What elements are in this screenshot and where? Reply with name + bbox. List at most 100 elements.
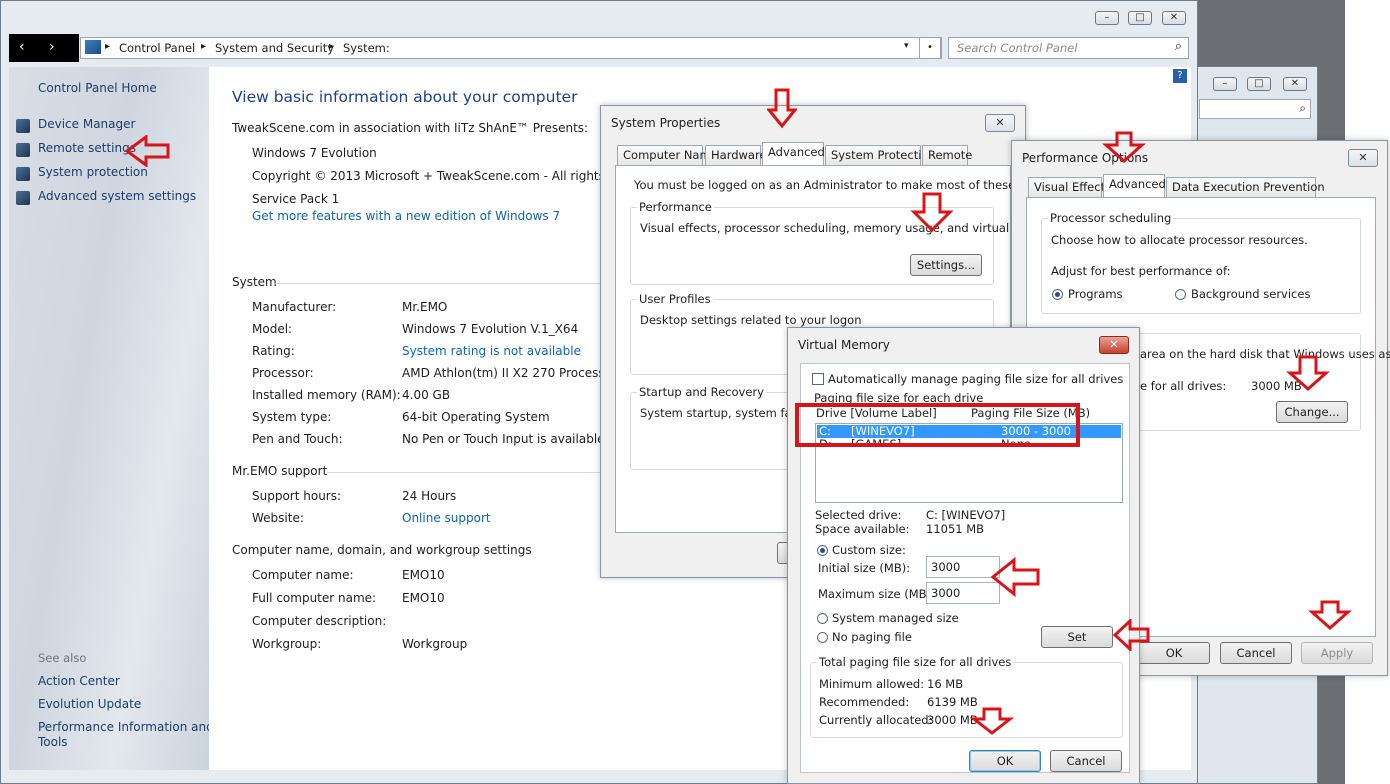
computer-name-label: Computer name: <box>252 568 354 582</box>
system-managed-radio[interactable] <box>817 613 828 624</box>
performance-settings-button[interactable]: Settings... <box>910 254 982 276</box>
bg-close-button[interactable]: ✕ <box>1283 77 1307 91</box>
tab-advanced[interactable]: Advanced <box>762 142 825 165</box>
manufacturer-label: Manufacturer: <box>252 300 337 314</box>
ok-button[interactable]: OK <box>969 750 1041 772</box>
custom-size-radio[interactable] <box>817 545 828 556</box>
address-dropdown-icon[interactable]: ▾ <box>904 41 909 51</box>
search-box[interactable]: Search Control Panel ⌕ <box>948 37 1189 59</box>
pen-touch-value: No Pen or Touch Input is available for <box>402 432 625 446</box>
bg-search-box[interactable]: ⌕ <box>1199 99 1311 119</box>
breadcrumb-system-security[interactable]: System and Security <box>215 41 334 55</box>
adjust-label: Adjust for best performance of: <box>1051 264 1231 278</box>
support-divider <box>327 472 605 473</box>
maximize-button[interactable]: □ <box>1128 11 1152 25</box>
custom-size-label: Custom size: <box>832 543 906 557</box>
see-also-performance-tools[interactable]: Tools <box>38 735 68 749</box>
programs-radio[interactable] <box>1052 289 1063 300</box>
dialog-title: Virtual Memory <box>798 338 890 352</box>
model-value: Windows 7 Evolution V.1_X64 <box>402 322 579 336</box>
refresh-button[interactable]: • <box>919 37 941 59</box>
breadcrumb-system[interactable]: System: <box>343 41 390 55</box>
back-button[interactable]: ‹ <box>19 39 25 55</box>
sidebar-item-device-manager[interactable]: Device Manager <box>38 117 135 131</box>
computer-name-value: EMO10 <box>402 568 445 582</box>
arrow-down-icon <box>1286 355 1330 392</box>
bg-minimize-button[interactable]: – <box>1213 77 1237 91</box>
tab-computer-name[interactable]: Computer Name <box>617 145 718 165</box>
cancel-button[interactable]: Cancel <box>1220 642 1292 664</box>
close-button[interactable]: ✕ <box>1348 149 1378 167</box>
pen-touch-label: Pen and Touch: <box>252 432 343 446</box>
change-button[interactable]: Change... <box>1276 401 1348 423</box>
system-type-value: 64-bit Operating System <box>402 410 550 424</box>
device-manager-icon <box>16 119 30 133</box>
online-support-link[interactable]: Online support <box>402 511 491 525</box>
bg-maximize-button[interactable]: □ <box>1247 77 1271 91</box>
set-button[interactable]: Set <box>1041 626 1113 648</box>
processor-value: AMD Athlon(tm) II X2 270 Processor <box>402 366 617 380</box>
sidebar: Control Panel Home Device Manager Remote… <box>9 67 214 770</box>
processor-scheduling-desc: Choose how to allocate processor resourc… <box>1051 233 1308 247</box>
close-button[interactable]: ✕ <box>1099 336 1129 354</box>
get-more-features-link[interactable]: Get more features with a new edition of … <box>252 209 560 223</box>
copyright-text: Copyright © 2013 Microsoft + TweakScene.… <box>252 169 647 183</box>
close-button[interactable]: ✕ <box>985 114 1015 132</box>
workgroup-label: Workgroup: <box>252 637 322 651</box>
highlight-box <box>795 403 1080 447</box>
tab-advanced[interactable]: Advanced <box>1103 174 1166 197</box>
selected-drive-value: C: [WINEVO7] <box>926 508 1006 522</box>
auto-manage-checkbox[interactable] <box>812 373 824 385</box>
cancel-button[interactable]: Cancel <box>1050 750 1122 772</box>
tab-hardware[interactable]: Hardware <box>705 145 767 165</box>
breadcrumb-control-panel[interactable]: Control Panel <box>119 41 195 55</box>
dialog-title: System Properties <box>611 116 721 130</box>
control-panel-icon <box>85 40 101 54</box>
sidebar-home-link[interactable]: Control Panel Home <box>38 81 157 95</box>
background-services-radio[interactable] <box>1175 289 1186 300</box>
see-also-evolution-update[interactable]: Evolution Update <box>38 697 141 711</box>
help-button[interactable]: ? <box>1173 69 1187 83</box>
tab-visual-effects[interactable]: Visual Effects <box>1028 177 1111 197</box>
arrow-down-icon <box>910 192 954 233</box>
sidebar-item-system-protection[interactable]: System protection <box>38 165 148 179</box>
breadcrumb-sep-icon: ▸ <box>105 41 111 52</box>
no-paging-radio[interactable] <box>817 632 828 643</box>
workgroup-value: Workgroup <box>402 637 468 651</box>
maximum-size-input[interactable]: 3000 <box>926 582 1000 604</box>
full-computer-name-label: Full computer name: <box>252 591 377 605</box>
apply-button[interactable]: Apply <box>1301 642 1373 664</box>
breadcrumb-sep-icon: ▸ <box>201 41 207 52</box>
support-hours-value: 24 Hours <box>402 489 457 503</box>
tab-data-execution-prevention[interactable]: Data Execution Prevention <box>1166 177 1325 197</box>
sidebar-item-advanced-settings[interactable]: Advanced system settings <box>38 189 196 203</box>
processor-scheduling-group: Processor scheduling Choose how to alloc… <box>1041 211 1361 314</box>
no-paging-label: No paging file <box>832 630 912 644</box>
close-button[interactable]: ✕ <box>1162 11 1186 25</box>
arrow-down-icon <box>1308 600 1352 631</box>
user-profiles-label: User Profiles <box>637 292 713 306</box>
background-services-label: Background services <box>1191 287 1311 301</box>
sidebar-item-remote-settings[interactable]: Remote settings <box>38 141 136 155</box>
tab-remote[interactable]: Remote <box>922 145 972 165</box>
manufacturer-value: Mr.EMO <box>402 300 448 314</box>
user-profiles-desc: Desktop settings related to your logon <box>640 313 862 327</box>
memory-value: 4.00 GB <box>402 388 451 402</box>
rating-link[interactable]: System rating is not available <box>402 344 581 358</box>
forward-button[interactable]: › <box>49 39 55 55</box>
tab-system-protection[interactable]: System Protection <box>825 145 936 165</box>
performance-desc: Visual effects, processor scheduling, me… <box>640 221 1061 235</box>
search-icon: ⌕ <box>1174 39 1182 54</box>
initial-size-input[interactable]: 3000 <box>926 556 1000 578</box>
system-managed-label: System managed size <box>832 611 959 625</box>
arrow-down-icon <box>767 88 797 129</box>
page-title: View basic information about your comput… <box>232 88 578 106</box>
see-also-performance-info[interactable]: Performance Information and <box>38 720 214 734</box>
see-also-action-center[interactable]: Action Center <box>38 674 120 688</box>
minimize-button[interactable]: – <box>1095 11 1119 25</box>
nav-buttons: ‹ › <box>9 34 79 62</box>
minimum-allowed-label: Minimum allowed: <box>819 677 925 691</box>
address-bar[interactable]: ▸ Control Panel ▸ System and Security ▸ … <box>80 37 942 59</box>
support-section-title: Mr.EMO support <box>232 464 328 478</box>
minimum-allowed-value: 16 MB <box>927 677 964 691</box>
